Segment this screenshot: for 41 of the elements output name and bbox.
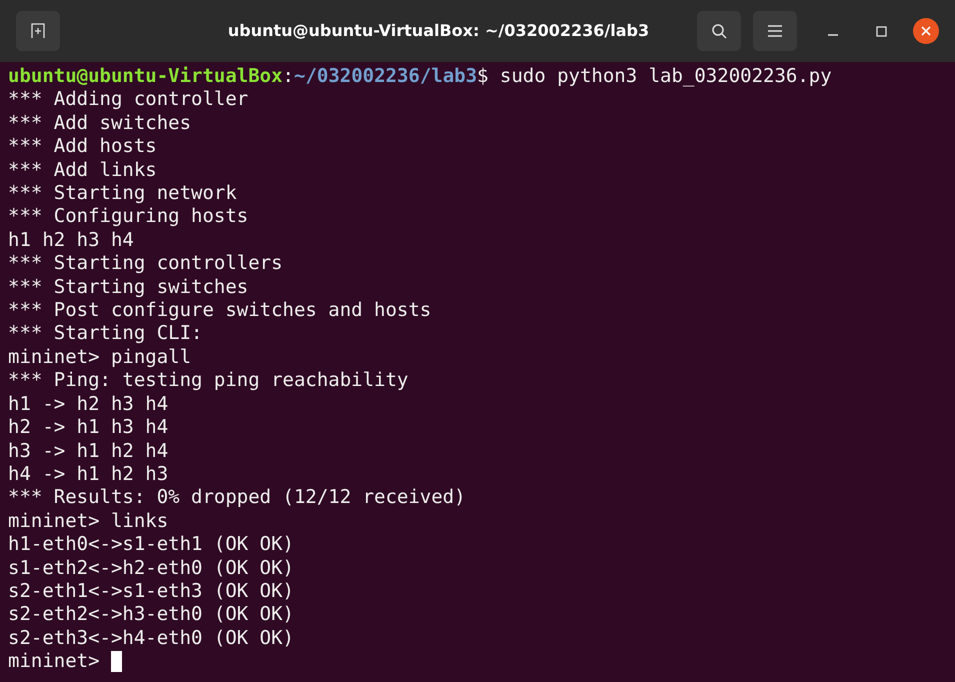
terminal-line: s2-eth3<->h4-eth0 (OK OK) (8, 626, 294, 649)
terminal-line: h1-eth0<->s1-eth1 (OK OK) (8, 533, 294, 556)
terminal-line: *** Starting CLI: (8, 322, 202, 344)
prompt-user-host: ubuntu@ubuntu-VirtualBox (8, 65, 283, 88)
search-icon (711, 23, 727, 39)
terminal-line: s1-eth2<->h2-eth0 (OK OK) (8, 556, 294, 579)
terminal-line: mininet> pingall (8, 346, 192, 368)
terminal-line: h1 h2 h3 h4 (8, 228, 134, 251)
text-cursor (110, 651, 122, 672)
terminal-line: *** Starting switches (8, 276, 248, 298)
menu-button[interactable] (753, 11, 797, 51)
terminal-line: h4 -> h1 h2 h3 (8, 462, 168, 485)
terminal-line: *** Ping: testing ping reachability (8, 369, 408, 392)
new-tab-button[interactable] (16, 11, 60, 51)
terminal-line: *** Add switches (8, 112, 192, 134)
command-text: $ sudo python3 lab_032002236.py (477, 65, 832, 88)
terminal-line: *** Starting network (8, 182, 237, 204)
prompt-path: ~/032002236/lab3 (294, 65, 478, 88)
terminal-line: s2-eth2<->h3-eth0 (OK OK) (8, 603, 294, 626)
terminal-line: *** Add links (8, 158, 157, 181)
terminal-line: *** Adding controller (8, 88, 248, 110)
terminal-line: *** Post configure switches and hosts (8, 299, 432, 322)
close-button[interactable] (913, 18, 939, 44)
new-tab-icon (30, 23, 46, 39)
terminal-line: h2 -> h1 h3 h4 (8, 416, 168, 438)
terminal-line: mininet> links (8, 510, 168, 532)
search-button[interactable] (697, 11, 741, 51)
terminal-line: s2-eth1<->s1-eth3 (OK OK) (8, 580, 294, 602)
terminal-line: h1 -> h2 h3 h4 (8, 392, 168, 415)
close-icon (921, 26, 931, 36)
maximize-icon (876, 26, 886, 36)
minimize-icon (828, 34, 838, 36)
terminal-line: *** Starting controllers (8, 252, 283, 274)
window-title: ubuntu@ubuntu-VirtualBox: ~/032002236/lab3 (226, 20, 650, 42)
terminal-prompt: mininet> (8, 650, 100, 674)
terminal-line: *** Configuring hosts (8, 205, 248, 228)
menu-icon (768, 25, 782, 37)
prompt-separator: : (282, 65, 294, 88)
terminal-line: *** Add hosts (8, 135, 157, 158)
terminal-line: h3 -> h1 h2 h4 (8, 440, 168, 462)
terminal-line: *** Results: 0% dropped (12/12 received) (8, 486, 466, 508)
